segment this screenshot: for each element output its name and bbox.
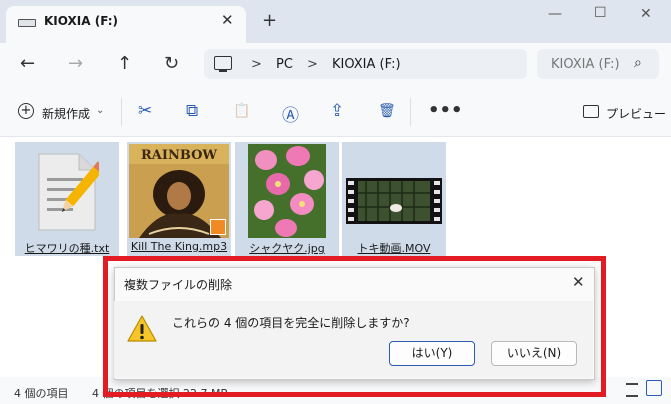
cut-icon[interactable]: ✂	[138, 101, 152, 121]
pc-icon	[214, 56, 232, 70]
file-tile-shakuyaku[interactable]: シャクヤク.jpg	[235, 142, 339, 256]
paste-icon[interactable]: 📋	[233, 103, 250, 119]
breadcrumb-separator: >	[307, 57, 318, 72]
search-input[interactable]: KIOXIA (F:)	[551, 57, 620, 72]
dialog-title: 複数ファイルの削除	[124, 278, 233, 292]
tab-close-icon[interactable]: ✕	[221, 11, 234, 29]
details-view-icon[interactable]	[626, 383, 638, 397]
dialog-close-icon[interactable]: ✕	[572, 273, 585, 291]
pc-icon-stand	[219, 70, 227, 72]
new-plus-icon[interactable]: +	[18, 103, 34, 119]
album-title-text: RAINBOW	[140, 148, 217, 163]
chevron-down-icon[interactable]: ⌄	[96, 105, 104, 116]
preview-pane-icon[interactable]	[583, 105, 599, 118]
file-name[interactable]: トキ動画.MOV	[342, 240, 446, 256]
window-close-icon[interactable]: ✕	[640, 6, 652, 22]
back-icon[interactable]: ←	[20, 53, 35, 74]
maximize-icon[interactable]: ☐	[594, 5, 607, 21]
divider	[121, 98, 122, 126]
file-tile-kill-the-king[interactable]: RAINBOW Kill The King.mp3	[127, 142, 231, 256]
text-file-icon	[35, 150, 99, 234]
yes-button[interactable]: はい(Y)	[389, 341, 475, 366]
item-count: 4 個の項目	[14, 387, 69, 400]
minimize-icon[interactable]: —	[548, 6, 562, 22]
file-name[interactable]: ヒマワリの種.txt	[15, 240, 119, 256]
photo-thumbnail	[248, 144, 326, 238]
file-tile-himawari[interactable]: ヒマワリの種.txt	[15, 142, 119, 256]
share-icon[interactable]: ⇪	[330, 101, 344, 121]
copy-icon[interactable]: ⧉	[186, 101, 198, 121]
more-options-icon[interactable]: •••	[428, 100, 463, 121]
file-name[interactable]: Kill The King.mp3	[127, 240, 231, 253]
dialog-message: これらの 4 個の項目を完全に削除しますか?	[172, 316, 410, 330]
warning-icon	[126, 314, 158, 344]
no-button[interactable]: いいえ(N)	[491, 341, 577, 366]
add-tab-icon[interactable]: +	[262, 10, 277, 31]
tiles-view-icon[interactable]	[646, 380, 662, 396]
video-thumbnail	[346, 178, 442, 224]
breadcrumb-separator: >	[251, 57, 262, 72]
forward-icon[interactable]: →	[68, 53, 83, 74]
breadcrumb-kioxia[interactable]: KIOXIA (F:)	[332, 57, 401, 72]
delete-icon[interactable]: 🗑	[378, 103, 396, 119]
file-name[interactable]: シャクヤク.jpg	[235, 240, 339, 256]
search-icon[interactable]: ⌕	[634, 55, 642, 71]
new-button-label[interactable]: 新規作成	[42, 105, 90, 122]
divider	[410, 98, 411, 126]
rename-icon[interactable]: Ⓐ	[282, 101, 299, 126]
breadcrumb-pc[interactable]: PC	[276, 57, 293, 72]
tab-kioxia[interactable]	[6, 6, 246, 43]
album-art-thumbnail: RAINBOW	[129, 144, 229, 238]
preview-button-label[interactable]: プレビュー	[606, 105, 666, 122]
up-icon[interactable]: ↑	[117, 53, 132, 74]
file-tile-toki-video[interactable]: トキ動画.MOV	[342, 142, 446, 256]
refresh-icon[interactable]: ↻	[164, 53, 179, 74]
dialog-body	[114, 301, 593, 378]
media-badge-icon	[210, 219, 226, 235]
drive-icon	[18, 19, 36, 27]
tab-title: KIOXIA (F:)	[44, 14, 119, 28]
